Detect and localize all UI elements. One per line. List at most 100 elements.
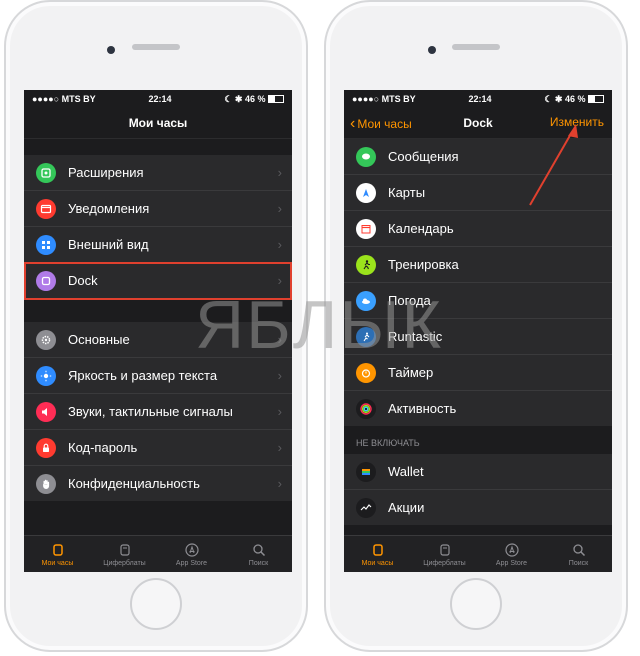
section-header: НЕ ВКЛЮЧАТЬ: [344, 426, 612, 454]
chevron-right-icon: ›: [277, 404, 282, 419]
chevron-right-icon: ›: [277, 368, 282, 383]
app-row-calendar[interactable]: Календарь: [344, 211, 612, 247]
settings-group-1: Расширения › Уведомления › Внешний вид ›…: [24, 155, 292, 300]
tab-label: Поиск: [248, 559, 269, 567]
battery-status: ☾ ✱ 46 %: [544, 94, 604, 105]
workout-icon: [356, 254, 376, 275]
row-label: Сообщения: [388, 149, 459, 164]
home-button[interactable]: [450, 578, 502, 630]
settings-row-appearance[interactable]: Внешний вид ›: [24, 227, 292, 263]
row-label: Календарь: [388, 221, 454, 236]
settings-row-dock[interactable]: Dock ›: [24, 262, 292, 300]
app-row-timer[interactable]: Таймер: [344, 355, 612, 391]
highlight-frame: [24, 262, 292, 300]
messages-icon: [356, 146, 376, 167]
hand-icon: [36, 473, 56, 494]
app-row-messages[interactable]: Сообщения: [344, 139, 612, 175]
row-label: Код-пароль: [68, 440, 138, 455]
tab-label: Мои часы: [41, 559, 74, 567]
tab-my-watch[interactable]: Мои часы: [344, 536, 411, 572]
tab-app-store[interactable]: App Store: [158, 536, 225, 572]
left-screen: ●●●●○ MTS BY 22:14 ☾ ✱ 46 % Мои часы Рас…: [24, 90, 292, 572]
app-row-wallet[interactable]: Wallet: [344, 454, 612, 490]
nav-bar: Мои часы: [24, 108, 292, 139]
chevron-left-icon: ‹: [350, 115, 356, 132]
row-label: Таймер: [388, 365, 434, 380]
chevron-right-icon: ›: [277, 237, 282, 252]
tab-label: Циферблаты: [103, 559, 146, 567]
page-title: Мои часы: [128, 116, 188, 130]
notifications-icon: [36, 198, 56, 219]
nav-bar: ‹ Мои часы Dock Изменить: [344, 108, 612, 139]
row-label: Яркость и размер текста: [68, 368, 218, 383]
earpiece: [132, 44, 180, 50]
chevron-right-icon: ›: [277, 440, 282, 455]
brightness-icon: [36, 365, 56, 386]
app-store-icon: [504, 542, 519, 557]
app-row-workout[interactable]: Тренировка: [344, 247, 612, 283]
app-row-runtastic[interactable]: Runtastic: [344, 319, 612, 355]
front-camera: [107, 46, 115, 54]
row-label: Основные: [68, 332, 130, 347]
back-button[interactable]: ‹ Мои часы: [350, 115, 412, 133]
status-time: 22:14: [148, 94, 172, 104]
tab-search[interactable]: Поиск: [225, 536, 292, 572]
row-label: Акции: [388, 500, 425, 515]
settings-row-sounds[interactable]: Звуки, тактильные сигналы ›: [24, 394, 292, 430]
right-screen: ●●●●○ MTS BY 22:14 ☾ ✱ 46 % ‹ Мои часы Do…: [344, 90, 612, 572]
settings-row-extensions[interactable]: Расширения ›: [24, 155, 292, 191]
chevron-right-icon: ›: [277, 332, 282, 347]
settings-row-general[interactable]: Основные ›: [24, 322, 292, 358]
chevron-right-icon: ›: [277, 165, 282, 180]
tab-label: Циферблаты: [423, 559, 466, 567]
settings-row-passcode[interactable]: Код-пароль ›: [24, 430, 292, 466]
tab-app-store[interactable]: App Store: [478, 536, 545, 572]
tab-label: Поиск: [568, 559, 589, 567]
appearance-icon: [36, 234, 56, 255]
chevron-right-icon: ›: [277, 476, 282, 491]
tab-label: App Store: [495, 559, 528, 567]
runtastic-icon: [356, 326, 376, 347]
status-bar: ●●●●○ MTS BY 22:14 ☾ ✱ 46 %: [344, 90, 612, 108]
status-time: 22:14: [468, 94, 492, 104]
carrier: ●●●●○ MTS BY: [352, 94, 416, 104]
excluded-apps-list: Wallet Акции: [344, 454, 612, 525]
settings-row-privacy[interactable]: Конфиденциальность ›: [24, 466, 292, 501]
watch-icon: [372, 543, 383, 556]
app-row-maps[interactable]: Карты: [344, 175, 612, 211]
row-label: Уведомления: [68, 201, 150, 216]
tab-faces[interactable]: Циферблаты: [411, 536, 478, 572]
row-label: Wallet: [388, 464, 424, 479]
app-store-icon: [184, 542, 199, 557]
row-label: Внешний вид: [68, 237, 149, 252]
row-label: Тренировка: [388, 257, 459, 272]
chevron-right-icon: ›: [277, 273, 282, 288]
tab-label: App Store: [175, 559, 208, 567]
settings-row-brightness[interactable]: Яркость и размер текста ›: [24, 358, 292, 394]
tab-search[interactable]: Поиск: [545, 536, 612, 572]
search-icon: [572, 543, 585, 556]
watch-face-icon: [439, 543, 450, 556]
gear-icon: [36, 329, 56, 350]
app-row-weather[interactable]: Погода: [344, 283, 612, 319]
app-row-activity[interactable]: Активность: [344, 391, 612, 426]
row-label: Карты: [388, 185, 426, 200]
timer-icon: [356, 362, 376, 383]
lock-icon: [36, 437, 56, 458]
home-button[interactable]: [130, 578, 182, 630]
stocks-icon: [356, 497, 376, 518]
row-label: Погода: [388, 293, 431, 308]
right-phone: ●●●●○ MTS BY 22:14 ☾ ✱ 46 % ‹ Мои часы Do…: [324, 0, 628, 652]
tab-faces[interactable]: Циферблаты: [91, 536, 158, 572]
tab-my-watch[interactable]: Мои часы: [24, 536, 91, 572]
carrier: ●●●●○ MTS BY: [32, 94, 96, 104]
front-camera: [428, 46, 436, 54]
row-label: Конфиденциальность: [68, 476, 200, 491]
tab-bar: Мои часы Циферблаты App Store Поиск: [24, 535, 292, 572]
left-phone: ●●●●○ MTS BY 22:14 ☾ ✱ 46 % Мои часы Рас…: [4, 0, 308, 652]
settings-row-notifications[interactable]: Уведомления ›: [24, 191, 292, 227]
edit-button[interactable]: Изменить: [550, 115, 604, 129]
earpiece: [452, 44, 500, 50]
calendar-icon: [356, 218, 376, 239]
app-row-stocks[interactable]: Акции: [344, 490, 612, 525]
